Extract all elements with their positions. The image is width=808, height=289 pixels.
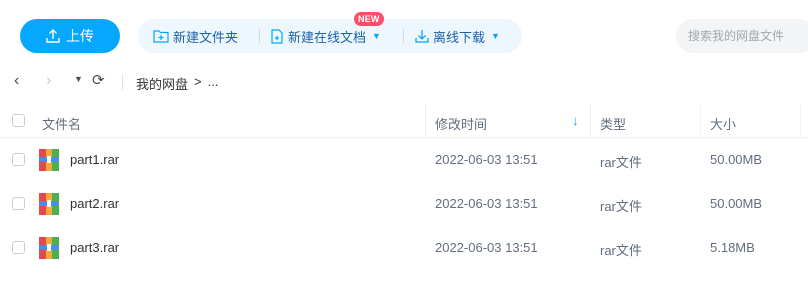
toolbar-divider	[259, 29, 260, 43]
offline-download-label: 离线下载	[433, 29, 486, 45]
toolbar-divider	[403, 29, 404, 43]
breadcrumb-more[interactable]: ...	[208, 74, 219, 93]
row-checkbox[interactable]	[12, 153, 25, 166]
table-row[interactable]: part2.rar 2022-06-03 13:51 rar文件 50.00MB	[0, 182, 808, 226]
column-header-modified[interactable]: 修改时间	[435, 114, 487, 133]
new-online-doc-label: 新建在线文档	[288, 29, 367, 45]
back-arrow-icon[interactable]: ‹	[14, 72, 19, 90]
file-type: rar文件	[600, 243, 642, 258]
navigation-bar: ‹ › ▼ ⟳ 我的网盘 > ...	[0, 66, 808, 98]
upload-button[interactable]: 上传	[20, 19, 120, 53]
file-type: rar文件	[600, 155, 642, 170]
new-folder-label: 新建文件夹	[173, 29, 239, 45]
file-size: 50.00MB	[710, 196, 763, 211]
rar-file-icon	[39, 237, 59, 259]
file-size: 5.18MB	[710, 240, 755, 255]
offline-download-button[interactable]: 离线下载 ▼	[415, 19, 500, 53]
column-header-type[interactable]: 类型	[600, 114, 626, 133]
toolbar: 上传 新建文件夹 新建在线文档 ▼ 离线下载 ▼ NEW 搜索我的网盘文件	[0, 0, 808, 62]
file-table: 文件名 修改时间 ↓ 类型 大小 part1.rar 2022-06-03 13…	[0, 104, 808, 270]
column-header-name[interactable]: 文件名	[42, 114, 81, 133]
table-row[interactable]: part1.rar 2022-06-03 13:51 rar文件 50.00MB	[0, 138, 808, 182]
upload-label: 上传	[66, 28, 94, 44]
rar-file-icon	[39, 149, 59, 171]
new-doc-icon	[271, 28, 283, 44]
table-row[interactable]: part3.rar 2022-06-03 13:51 rar文件 5.18MB	[0, 226, 808, 270]
breadcrumb-separator: >	[194, 74, 202, 89]
file-name[interactable]: part2.rar	[70, 196, 119, 211]
new-badge: NEW	[354, 12, 384, 26]
breadcrumb-root[interactable]: 我的网盘	[136, 74, 188, 93]
chevron-down-icon: ▼	[491, 31, 500, 41]
refresh-icon[interactable]: ⟳	[92, 71, 105, 89]
table-header: 文件名 修改时间 ↓ 类型 大小	[0, 104, 808, 138]
new-folder-icon	[153, 30, 169, 43]
file-modified: 2022-06-03 13:51	[435, 240, 538, 255]
column-divider	[800, 104, 801, 138]
forward-arrow-icon[interactable]: ›	[46, 72, 51, 90]
sort-desc-icon[interactable]: ↓	[572, 113, 579, 128]
row-checkbox[interactable]	[12, 197, 25, 210]
file-modified: 2022-06-03 13:51	[435, 196, 538, 211]
chevron-down-icon: ▼	[372, 31, 381, 41]
toolbar-action-group: 新建文件夹 新建在线文档 ▼ 离线下载 ▼	[138, 19, 522, 53]
nav-divider	[122, 74, 123, 90]
download-icon	[415, 30, 429, 43]
column-divider	[590, 104, 591, 138]
select-all-checkbox[interactable]	[12, 114, 25, 127]
file-name[interactable]: part3.rar	[70, 240, 119, 255]
row-checkbox[interactable]	[12, 241, 25, 254]
new-folder-button[interactable]: 新建文件夹	[153, 19, 238, 53]
file-name[interactable]: part1.rar	[70, 152, 119, 167]
file-size: 50.00MB	[710, 152, 763, 167]
column-divider	[425, 104, 426, 138]
rar-file-icon	[39, 193, 59, 215]
breadcrumb: 我的网盘 > ...	[136, 74, 218, 93]
column-header-size[interactable]: 大小	[710, 114, 736, 133]
column-divider	[700, 104, 701, 138]
upload-icon	[46, 29, 60, 43]
history-dropdown-icon[interactable]: ▼	[74, 74, 83, 84]
file-modified: 2022-06-03 13:51	[435, 152, 538, 167]
file-type: rar文件	[600, 199, 642, 214]
search-input[interactable]	[676, 19, 808, 53]
